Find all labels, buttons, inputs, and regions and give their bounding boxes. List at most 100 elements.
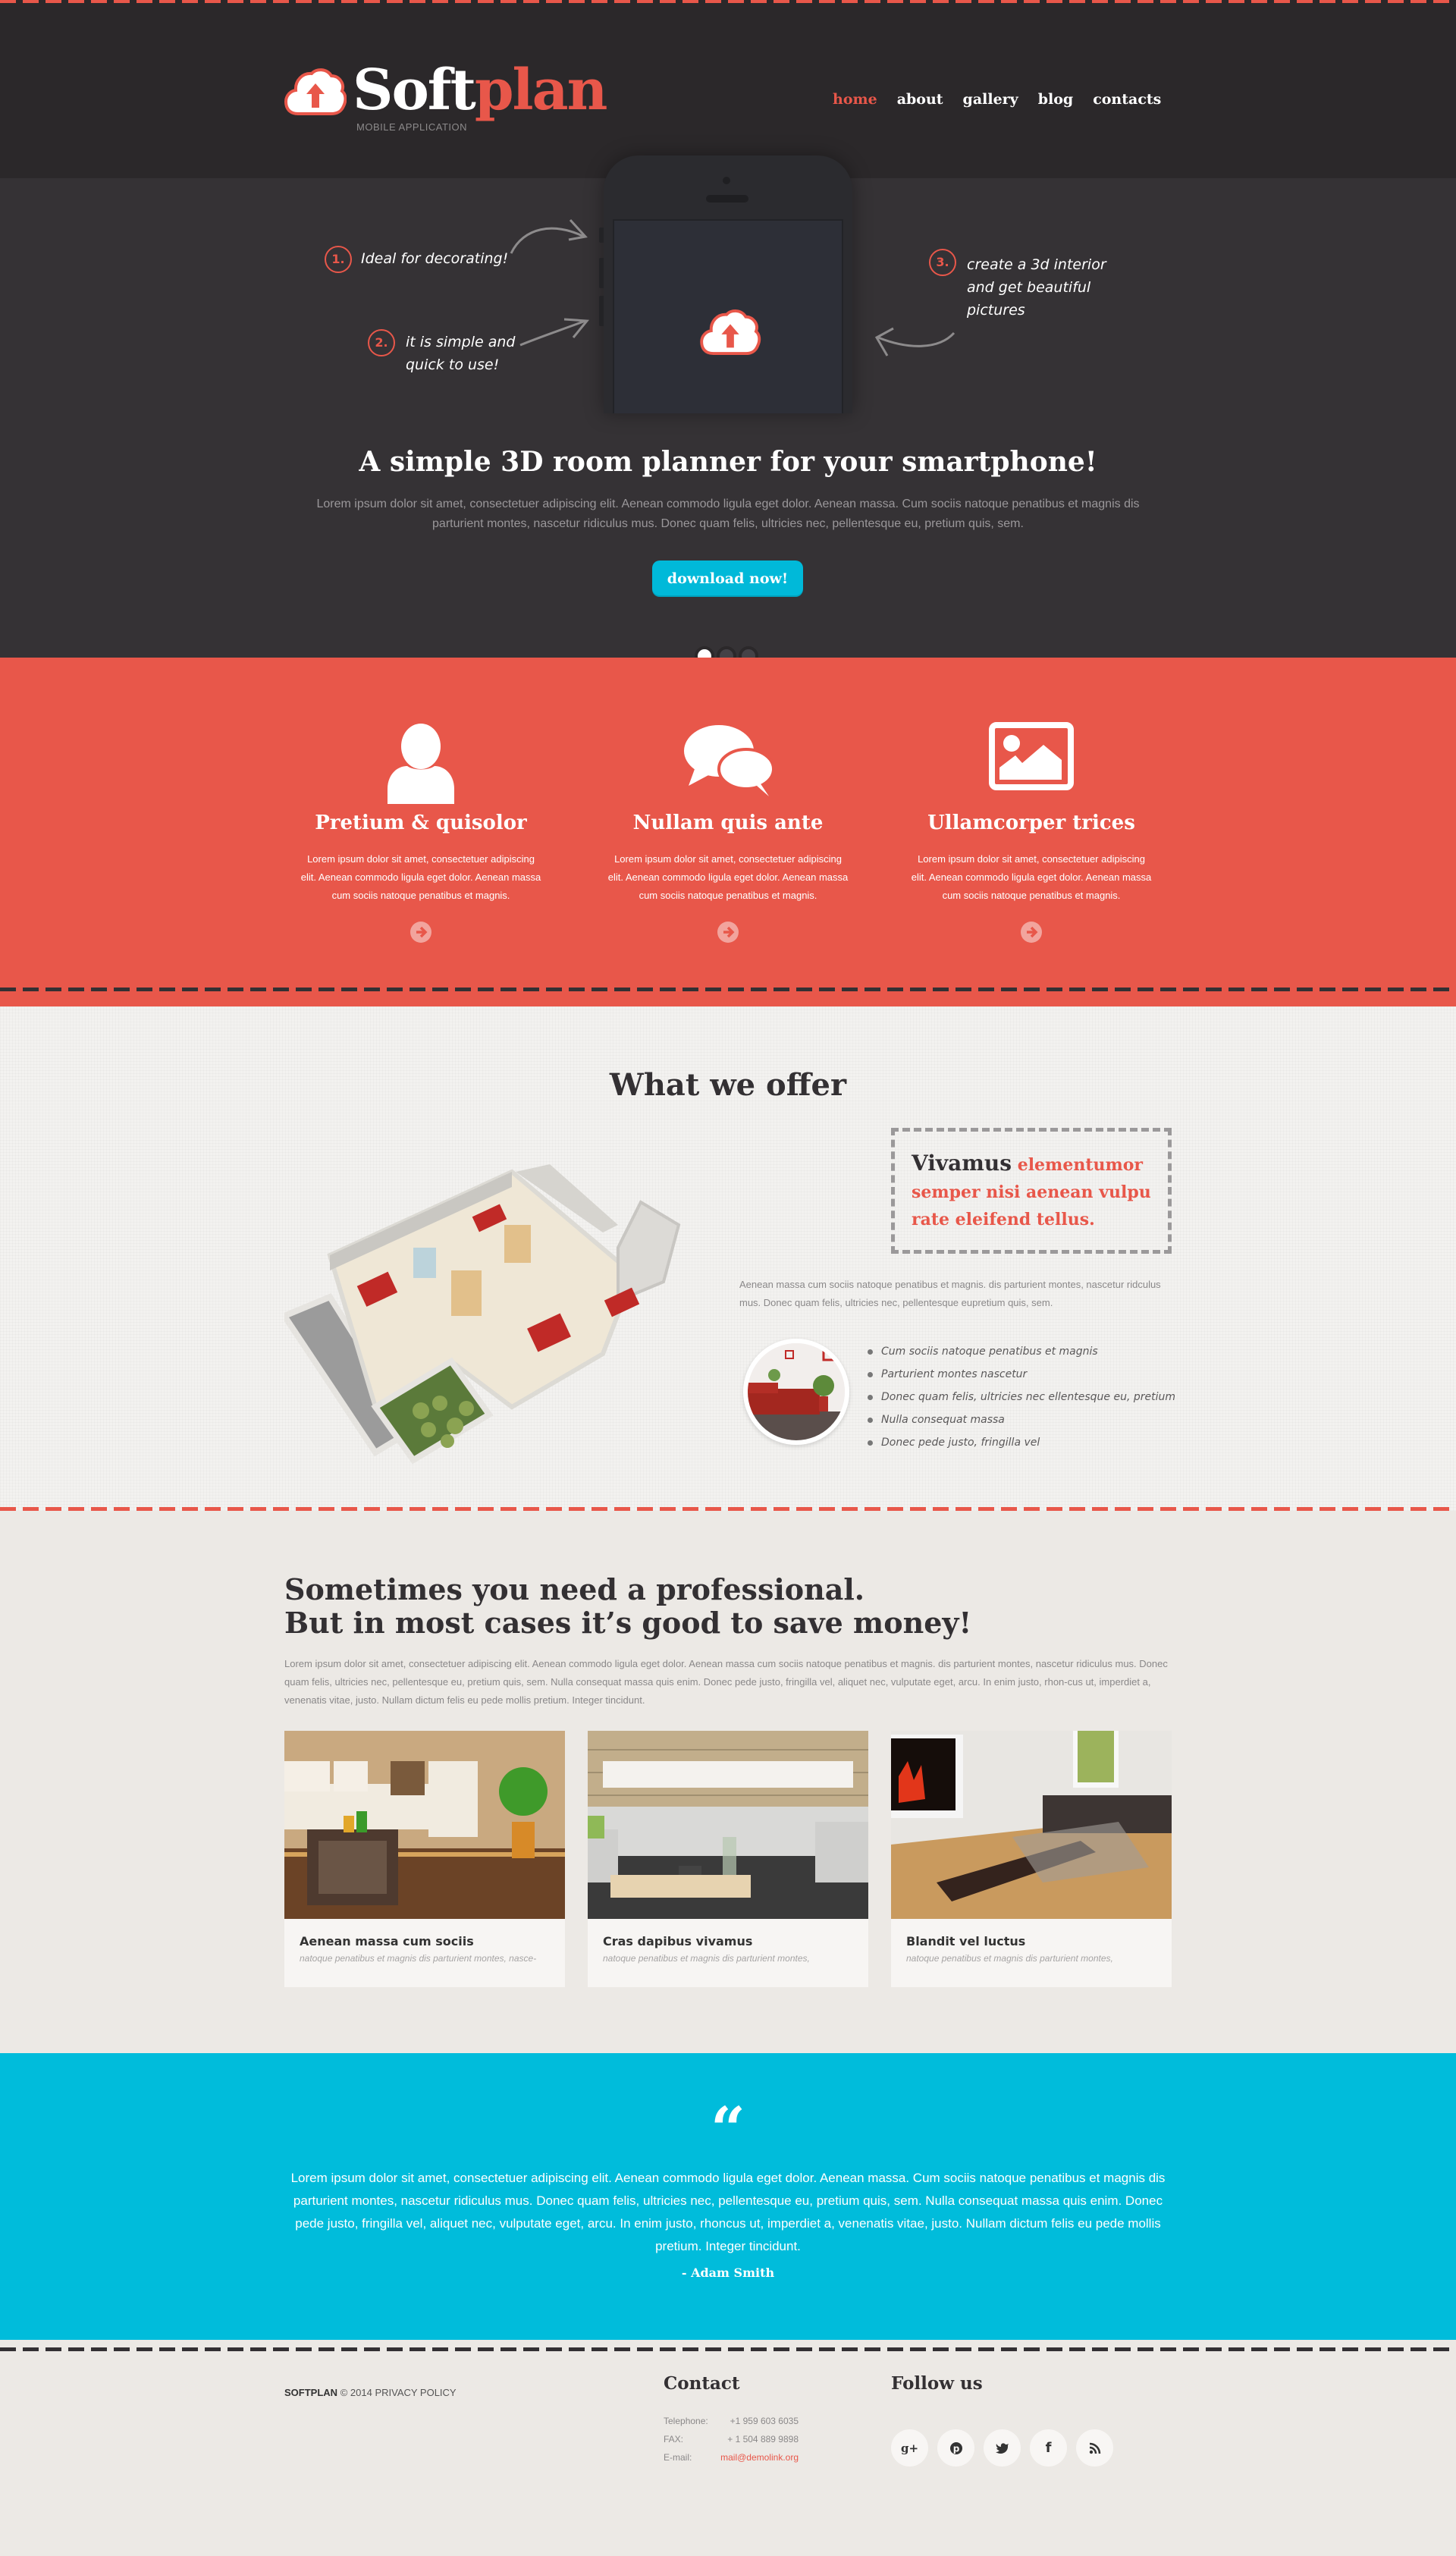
- logo[interactable]: Softplan: [284, 62, 607, 118]
- red-sofa-room-image: [743, 1339, 849, 1445]
- features-section: Pretium & quisolor Lorem ipsum dolor sit…: [0, 658, 1456, 1006]
- slider-pagination: [695, 646, 758, 658]
- google-plus-icon[interactable]: g+: [891, 2429, 928, 2467]
- nav-about[interactable]: about: [897, 91, 943, 108]
- fax-label: FAX:: [664, 2434, 684, 2445]
- user-icon: [388, 724, 454, 804]
- email-label: E-mail:: [664, 2452, 692, 2463]
- title-line-1: Sometimes you need a professional.: [284, 1572, 865, 1606]
- phone-camera: [723, 177, 730, 184]
- modern-lounge-image: [588, 1731, 868, 1919]
- slider-dot[interactable]: [739, 646, 758, 658]
- card-title[interactable]: Aenean massa cum sociis: [300, 1934, 550, 1948]
- list-item: Donec pede justo, fringilla vel: [864, 1431, 1175, 1454]
- copyright-year: © 2014: [340, 2387, 372, 2398]
- phone-button: [599, 296, 604, 326]
- nav-home[interactable]: home: [833, 91, 877, 108]
- highlight-box: Vivamus elementumor semper nisi aenean v…: [891, 1128, 1172, 1254]
- hero-text: Lorem ipsum dolor sit amet, consectetuer…: [316, 498, 1140, 530]
- main-nav: home about gallery blog contacts: [833, 91, 1161, 108]
- card-subtitle: natoque penatibus et magnis dis parturie…: [906, 1953, 1113, 1964]
- arrow-icon: [874, 327, 956, 356]
- phone-speaker: [706, 195, 748, 203]
- logo-plan: plan: [474, 58, 608, 123]
- fax-value: + 1 504 889 9898: [727, 2434, 799, 2445]
- cloud-upload-icon: [700, 309, 761, 356]
- offer-title: What we offer: [609, 1067, 847, 1103]
- download-button[interactable]: download now!: [652, 560, 803, 597]
- card-title[interactable]: Blandit vel luctus: [906, 1934, 1156, 1948]
- follow-title: Follow us: [891, 2373, 983, 2394]
- offer-text: Aenean massa cum sociis natoque penatibu…: [739, 1279, 1161, 1308]
- slider-dot[interactable]: [717, 646, 736, 658]
- svg-text:p: p: [952, 2443, 959, 2454]
- telephone-label: Telephone:: [664, 2416, 708, 2426]
- arrow-icon: [510, 218, 588, 254]
- chat-bubbles-icon: [684, 725, 775, 796]
- top-dashed-border: [0, 0, 1456, 3]
- copyright: SOFTPLAN © 2014 PRIVACY POLICY: [284, 2387, 457, 2398]
- fireplace-room-image: [891, 1731, 1172, 1919]
- arrow-right-circle-icon[interactable]: [1021, 922, 1042, 943]
- facebook-icon[interactable]: f: [1030, 2429, 1067, 2467]
- rss-icon[interactable]: [1076, 2429, 1113, 2467]
- feature-title: Nullam quis ante: [632, 812, 824, 834]
- contact-title: Contact: [664, 2373, 740, 2394]
- list-item: Cum sociis natoque penatibus et magnis: [864, 1340, 1175, 1363]
- nav-contacts[interactable]: contacts: [1093, 91, 1161, 108]
- feature-text: Lorem ipsum dolor sit amet, consectetuer…: [607, 853, 849, 901]
- phone-screen: [613, 219, 843, 413]
- hero-section: Softplan MOBILE APPLICATION home about g…: [0, 0, 1456, 658]
- professional-title: Sometimes you need a professional. But i…: [284, 1573, 971, 1640]
- card-subtitle: natoque penatibus et magnis dis parturie…: [300, 1953, 537, 1964]
- list-item: Nulla consequat massa: [864, 1408, 1175, 1431]
- offer-list: Cum sociis natoque penatibus et magnis P…: [864, 1340, 1175, 1454]
- callout-text: Ideal for decorating!: [361, 250, 509, 267]
- feature-title: Pretium & quisolor: [315, 812, 527, 834]
- logo-text: Softplan: [353, 62, 607, 118]
- professional-text: Lorem ipsum dolor sit amet, consectetuer…: [284, 1658, 1168, 1706]
- arrow-icon: [519, 318, 590, 347]
- arrow-right-circle-icon[interactable]: [410, 922, 431, 943]
- gallery-card[interactable]: Aenean massa cum sociis natoque penatibu…: [284, 1731, 565, 1987]
- pinterest-icon[interactable]: p: [937, 2429, 974, 2467]
- telephone-value: +1 959 603 6035: [730, 2416, 799, 2426]
- floorplan-3d-image: [284, 1164, 681, 1465]
- gallery-card[interactable]: Blandit vel luctus natoque penatibus et …: [891, 1731, 1172, 1987]
- image-icon: [989, 722, 1074, 790]
- nav-blog[interactable]: blog: [1038, 91, 1073, 108]
- living-room-image: [284, 1731, 565, 1919]
- list-item: Parturient montes nascetur: [864, 1363, 1175, 1386]
- list-item: Donec quam felis, ultricies nec ellentes…: [864, 1386, 1175, 1408]
- header-band: [0, 0, 1456, 178]
- callout-text: create a 3d interior and get beautiful p…: [967, 256, 1106, 319]
- footer-brand: SOFTPLAN: [284, 2387, 338, 2398]
- callout-number: 1.: [325, 246, 352, 273]
- contact-info: Telephone: +1 959 603 6035 FAX: + 1 504 88…: [664, 2412, 799, 2467]
- professional-section: Sometimes you need a professional. But i…: [0, 1511, 1456, 2053]
- gallery-card[interactable]: Cras dapibus vivamus natoque penatibus e…: [588, 1731, 868, 1987]
- feature-text: Lorem ipsum dolor sit amet, consectetuer…: [911, 853, 1152, 901]
- nav-gallery[interactable]: gallery: [963, 91, 1018, 108]
- testimonial-author: - Adam Smith: [681, 2266, 775, 2280]
- email-link[interactable]: mail@demolink.org: [720, 2452, 799, 2463]
- quote-icon: “: [710, 2093, 745, 2165]
- dashed-divider: [0, 988, 1456, 991]
- dashed-divider: [0, 2347, 1456, 2351]
- privacy-policy-link[interactable]: PRIVACY POLICY: [375, 2387, 456, 2398]
- gallery-cards: Aenean massa cum sociis natoque penatibu…: [284, 1731, 1172, 1987]
- social-links: g+ p f: [891, 2429, 1113, 2467]
- testimonial-text: Lorem ipsum dolor sit amet, consectetuer…: [290, 2171, 1166, 2253]
- twitter-icon[interactable]: [984, 2429, 1021, 2467]
- card-title[interactable]: Cras dapibus vivamus: [603, 1934, 853, 1948]
- phone-button: [599, 228, 604, 243]
- arrow-right-circle-icon[interactable]: [717, 922, 739, 943]
- slider-dot-active[interactable]: [695, 646, 714, 658]
- phone-mockup: [599, 155, 852, 413]
- logo-soft: Soft: [353, 58, 476, 123]
- hero-title: A simple 3D room planner for your smartp…: [359, 446, 1097, 478]
- feature-title: Ullamcorper trices: [927, 812, 1135, 834]
- testimonial-section: “ Lorem ipsum dolor sit amet, consectetu…: [0, 2053, 1456, 2340]
- title-line-2: But in most cases it’s good to save mone…: [284, 1606, 972, 1640]
- feature-text: Lorem ipsum dolor sit amet, consectetuer…: [300, 853, 541, 901]
